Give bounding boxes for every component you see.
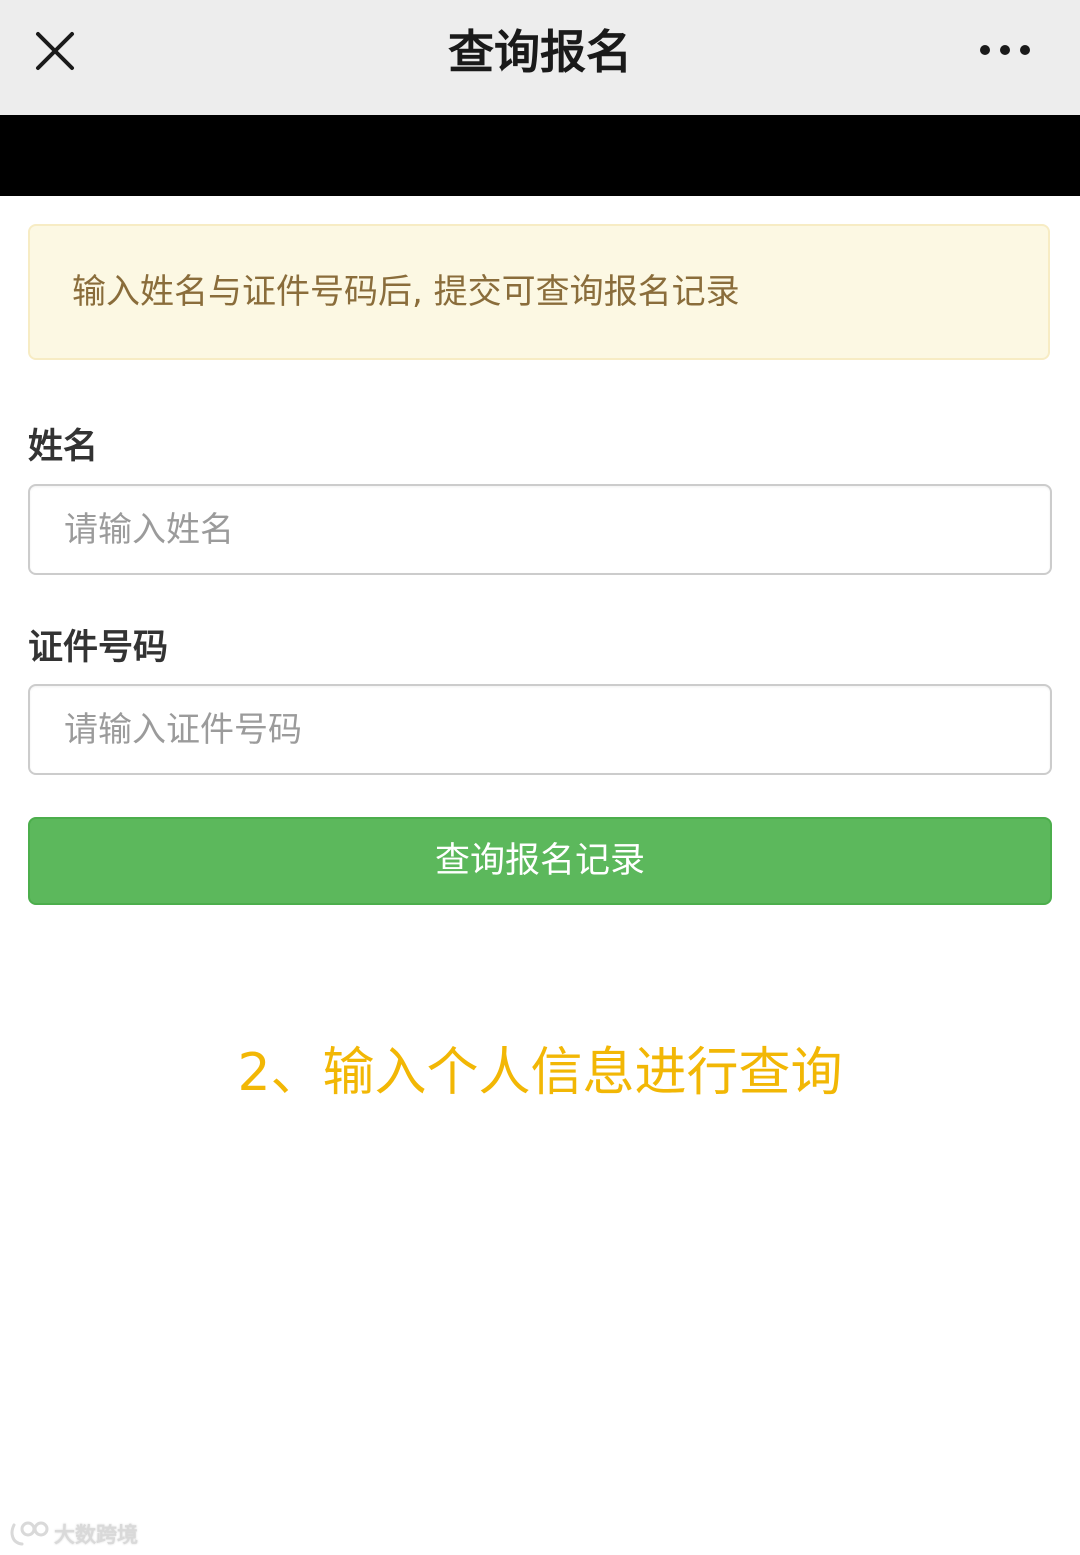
watermark-text: 大数跨境 bbox=[54, 1523, 138, 1547]
name-input[interactable] bbox=[28, 484, 1052, 575]
watermark: 大数跨境 bbox=[8, 1516, 138, 1552]
notice-text: 输入姓名与证件号码后, 提交可查询报名记录 bbox=[72, 272, 740, 312]
name-label: 姓名 bbox=[28, 427, 99, 467]
close-icon bbox=[36, 32, 74, 70]
title-bar: 查询报名 bbox=[0, 0, 1080, 115]
id-number-label: 证件号码 bbox=[28, 628, 169, 668]
id-number-input[interactable] bbox=[28, 684, 1052, 775]
info-notice: 输入姓名与证件号码后, 提交可查询报名记录 bbox=[28, 224, 1050, 360]
logo-icon bbox=[10, 1521, 49, 1546]
close-button[interactable] bbox=[24, 22, 86, 84]
more-horizontal-icon bbox=[980, 45, 1030, 55]
more-options-button[interactable] bbox=[972, 28, 1038, 72]
query-records-button[interactable]: 查询报名记录 bbox=[28, 817, 1052, 905]
instruction-caption: 2、输入个人信息进行查询 bbox=[237, 1043, 843, 1103]
page-title: 查询报名 bbox=[448, 25, 632, 79]
status-band bbox=[0, 115, 1080, 196]
